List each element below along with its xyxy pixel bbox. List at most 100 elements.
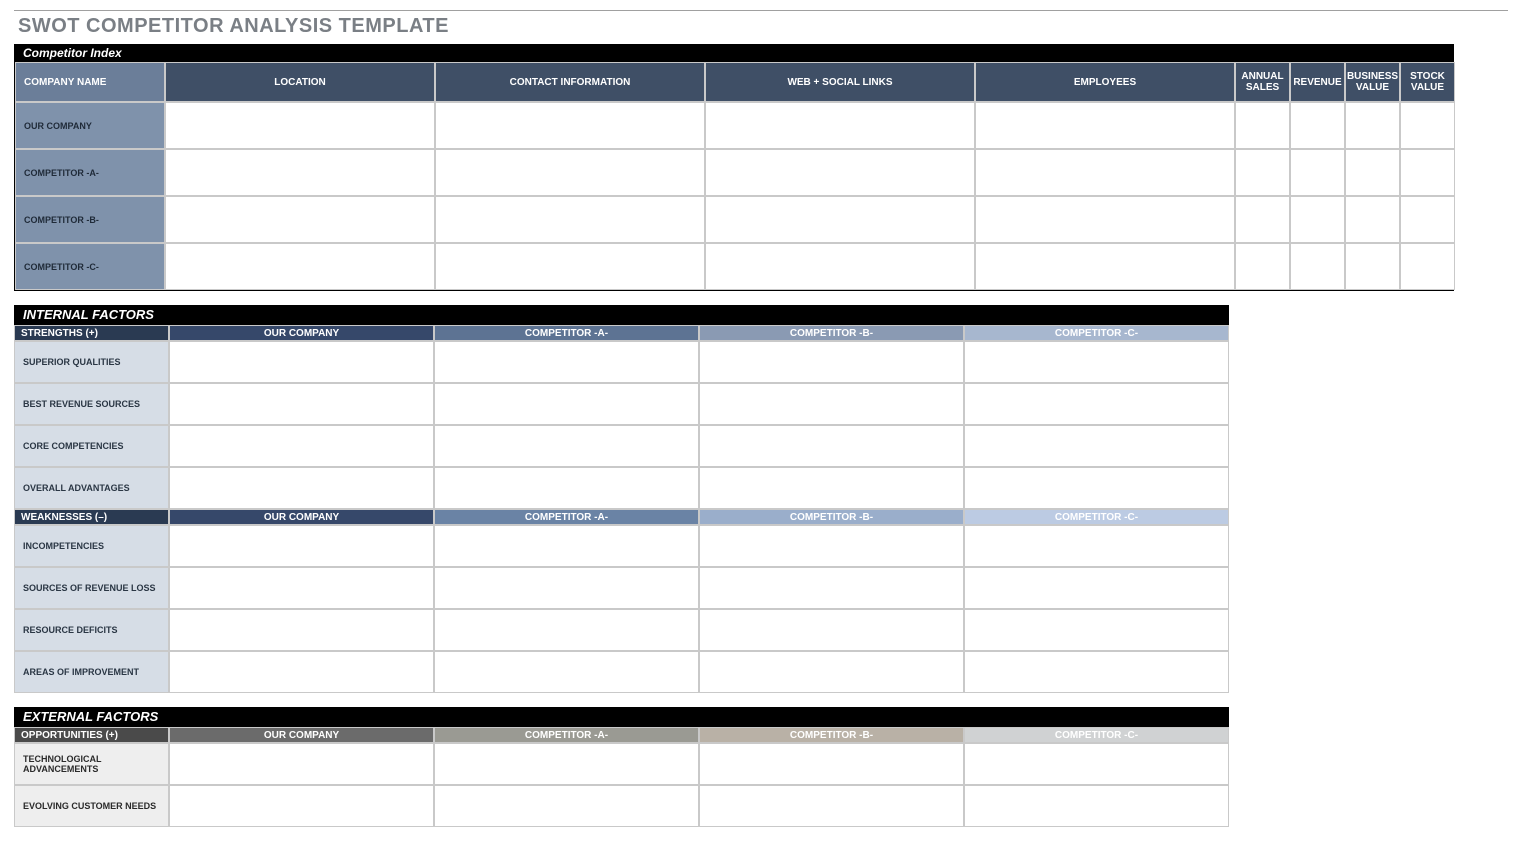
cell[interactable] [169, 425, 434, 467]
cell[interactable] [975, 243, 1235, 290]
row-label: COMPETITOR -B- [15, 196, 165, 243]
cell[interactable] [165, 243, 435, 290]
cell[interactable] [964, 609, 1229, 651]
col-location: LOCATION [165, 62, 435, 102]
cell[interactable] [434, 341, 699, 383]
divider [14, 10, 1508, 11]
cell[interactable] [964, 383, 1229, 425]
cell[interactable] [699, 341, 964, 383]
row-label: COMPETITOR -C- [15, 243, 165, 290]
cell[interactable] [699, 467, 964, 509]
row-label: AREAS OF IMPROVEMENT [14, 651, 169, 693]
cell[interactable] [434, 651, 699, 693]
opportunities-label: OPPORTUNITIES (+) [14, 727, 169, 743]
cell[interactable] [169, 383, 434, 425]
cell[interactable] [964, 341, 1229, 383]
col-our-company: OUR COMPANY [169, 509, 434, 525]
cell[interactable] [1290, 243, 1345, 290]
cell[interactable] [434, 383, 699, 425]
cell[interactable] [165, 149, 435, 196]
cell[interactable] [975, 149, 1235, 196]
cell[interactable] [434, 743, 699, 785]
cell[interactable] [434, 467, 699, 509]
cell[interactable] [1235, 102, 1290, 149]
weaknesses-subheader-row: WEAKNESSES (–) OUR COMPANY COMPETITOR -A… [14, 509, 1229, 525]
cell[interactable] [1400, 196, 1455, 243]
cell[interactable] [964, 785, 1229, 827]
cell[interactable] [169, 609, 434, 651]
cell[interactable] [964, 425, 1229, 467]
cell[interactable] [434, 609, 699, 651]
cell[interactable] [169, 567, 434, 609]
cell[interactable] [169, 467, 434, 509]
cell[interactable] [1345, 102, 1400, 149]
cell[interactable] [169, 525, 434, 567]
col-competitor-b: COMPETITOR -B- [699, 727, 964, 743]
row-label: EVOLVING CUSTOMER NEEDS [14, 785, 169, 827]
cell[interactable] [1290, 196, 1345, 243]
cell[interactable] [1235, 196, 1290, 243]
cell[interactable] [434, 785, 699, 827]
cell[interactable] [435, 102, 705, 149]
col-our-company: OUR COMPANY [169, 727, 434, 743]
cell[interactable] [434, 525, 699, 567]
row-label: OVERALL ADVANTAGES [14, 467, 169, 509]
cell[interactable] [169, 651, 434, 693]
col-competitor-c: COMPETITOR -C- [964, 509, 1229, 525]
cell[interactable] [705, 102, 975, 149]
row-label: CORE COMPETENCIES [14, 425, 169, 467]
cell[interactable] [435, 149, 705, 196]
cell[interactable] [165, 102, 435, 149]
cell[interactable] [699, 525, 964, 567]
row-label: BEST REVENUE SOURCES [14, 383, 169, 425]
cell[interactable] [1345, 196, 1400, 243]
cell[interactable] [169, 341, 434, 383]
cell[interactable] [705, 196, 975, 243]
cell[interactable] [964, 567, 1229, 609]
cell[interactable] [1345, 149, 1400, 196]
cell[interactable] [964, 467, 1229, 509]
cell[interactable] [699, 609, 964, 651]
cell[interactable] [705, 149, 975, 196]
cell[interactable] [1400, 102, 1455, 149]
col-competitor-a: COMPETITOR -A- [434, 325, 699, 341]
cell[interactable] [699, 785, 964, 827]
cell[interactable] [1235, 149, 1290, 196]
external-factors-table: EXTERNAL FACTORS OPPORTUNITIES (+) OUR C… [14, 707, 1229, 827]
cell[interactable] [169, 743, 434, 785]
cell[interactable] [435, 196, 705, 243]
cell[interactable] [1345, 243, 1400, 290]
cell[interactable] [1235, 243, 1290, 290]
col-competitor-b: COMPETITOR -B- [699, 325, 964, 341]
cell[interactable] [1290, 102, 1345, 149]
table-row: INCOMPETENCIES [14, 525, 1229, 567]
cell[interactable] [975, 102, 1235, 149]
cell[interactable] [434, 567, 699, 609]
cell[interactable] [699, 743, 964, 785]
cell[interactable] [964, 525, 1229, 567]
cell[interactable] [705, 243, 975, 290]
col-business-value: BUSINESS VALUE [1345, 62, 1400, 102]
col-competitor-c: COMPETITOR -C- [964, 727, 1229, 743]
strengths-subheader-row: STRENGTHS (+) OUR COMPANY COMPETITOR -A-… [14, 325, 1229, 341]
col-competitor-b: COMPETITOR -B- [699, 509, 964, 525]
cell[interactable] [699, 567, 964, 609]
internal-factors-table: INTERNAL FACTORS STRENGTHS (+) OUR COMPA… [14, 305, 1229, 693]
col-company-name: COMPANY NAME [15, 62, 165, 102]
cell[interactable] [699, 651, 964, 693]
cell[interactable] [435, 243, 705, 290]
col-employees: EMPLOYEES [975, 62, 1235, 102]
cell[interactable] [1290, 149, 1345, 196]
col-competitor-c: COMPETITOR -C- [964, 325, 1229, 341]
cell[interactable] [434, 425, 699, 467]
cell[interactable] [699, 425, 964, 467]
cell[interactable] [165, 196, 435, 243]
cell[interactable] [699, 383, 964, 425]
cell[interactable] [964, 743, 1229, 785]
cell[interactable] [1400, 243, 1455, 290]
table-row: CORE COMPETENCIES [14, 425, 1229, 467]
cell[interactable] [169, 785, 434, 827]
cell[interactable] [1400, 149, 1455, 196]
cell[interactable] [964, 651, 1229, 693]
cell[interactable] [975, 196, 1235, 243]
